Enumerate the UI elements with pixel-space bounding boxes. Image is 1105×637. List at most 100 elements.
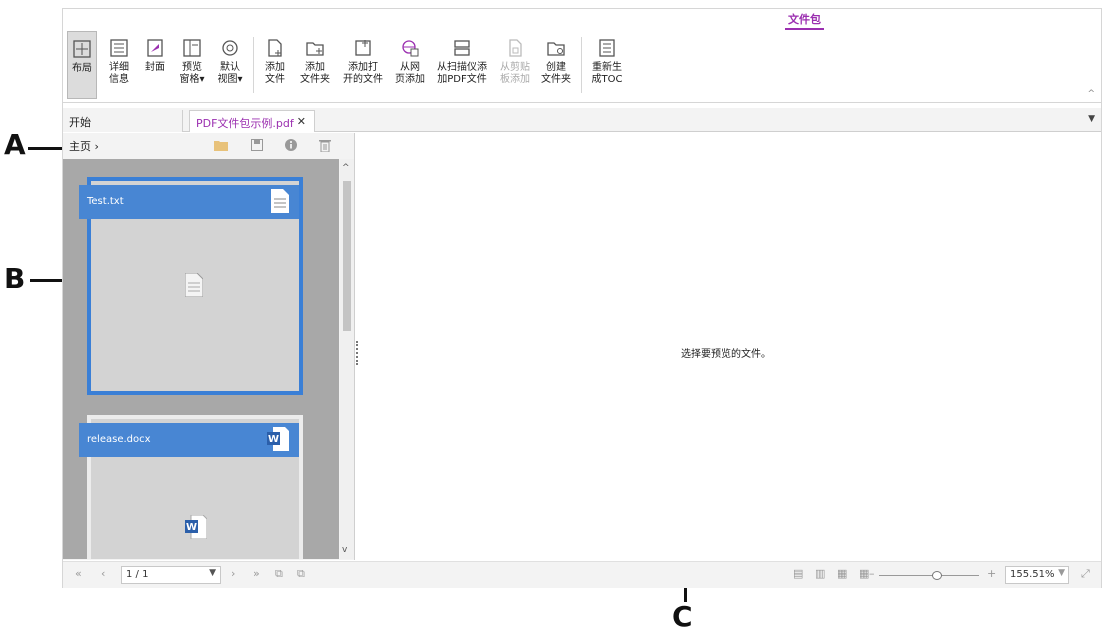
add-file-button[interactable]: 添加 文件 xyxy=(259,31,291,99)
file-preview-area: 选择要预览的文件。 xyxy=(361,133,1101,560)
tab-start-label: 开始 xyxy=(69,116,91,129)
web-globe-icon xyxy=(399,37,421,59)
txt-file-icon xyxy=(271,189,289,216)
zoom-level-value: 155.51% xyxy=(1010,569,1055,580)
tab-pdf-label: PDF文件包示例.pdf xyxy=(196,117,294,130)
info-icon[interactable] xyxy=(283,137,299,153)
preview-pane-icon xyxy=(181,37,203,59)
last-page-icon[interactable]: » xyxy=(253,567,260,580)
callout-c: C xyxy=(672,600,693,633)
details-list-icon xyxy=(108,37,130,59)
cover-button[interactable]: 封面 xyxy=(139,31,171,99)
continuous-facing-view-icon[interactable]: ▦ xyxy=(859,567,869,580)
file-card-header: release.docx W xyxy=(79,423,299,457)
add-folder-button[interactable]: 添加 文件夹 xyxy=(295,31,335,99)
zoom-level-input[interactable]: 155.51% ▼ xyxy=(1005,566,1069,584)
from-scanner-label: 从扫描仪添 加PDF文件 xyxy=(437,62,487,85)
add-open-file-button[interactable]: 添加打 开的文件 xyxy=(339,31,387,99)
from-clipboard-button[interactable]: 从剪贴 板添加 xyxy=(495,31,535,99)
from-clipboard-label: 从剪贴 板添加 xyxy=(500,62,530,85)
continuous-view-icon[interactable]: ▥ xyxy=(815,567,825,580)
zoom-slider[interactable] xyxy=(879,575,979,576)
file-card-release-docx[interactable]: release.docx W W xyxy=(79,415,303,559)
fullscreen-icon[interactable]: ⤢ xyxy=(1081,567,1090,581)
layout-icon xyxy=(71,38,93,60)
first-page-icon[interactable]: « xyxy=(75,567,82,580)
scroll-up-icon[interactable]: ^ xyxy=(342,163,350,173)
zoom-slider-knob[interactable] xyxy=(932,571,942,580)
details-label: 详细 信息 xyxy=(109,62,129,85)
from-web-button[interactable]: 从网 页添加 xyxy=(391,31,429,99)
layout-label: 布局 xyxy=(72,63,92,74)
zoom-out-icon[interactable]: – xyxy=(869,567,875,580)
tab-start[interactable]: 开始 xyxy=(63,110,183,132)
callout-b-line xyxy=(30,279,62,282)
ribbon-tab-portfolio[interactable]: 文件包 xyxy=(785,11,824,30)
cover-icon xyxy=(144,37,166,59)
zoom-in-icon[interactable]: + xyxy=(987,567,996,580)
status-bar: « ‹ 1 / 1 ▼ › » ⧉ ⧉ ▤ ▥ ▦ ▦ – + 155.51% … xyxy=(63,561,1101,588)
add-file-label: 添加 文件 xyxy=(265,62,285,85)
file-thumbnail-list: Test.txt release.docx W W xyxy=(63,159,339,559)
callout-b: B xyxy=(4,262,26,295)
portfolio-file-panel: 主页 › Test.txt release.docx W W ^ v xyxy=(63,133,355,560)
panel-toolbar: 主页 › xyxy=(63,133,354,157)
ribbon-separator xyxy=(253,37,254,93)
create-folder-icon xyxy=(545,37,567,59)
previous-page-icon[interactable]: ‹ xyxy=(101,567,105,580)
page-number-input[interactable]: 1 / 1 ▼ xyxy=(121,566,221,584)
ribbon-separator xyxy=(581,37,582,93)
layout-button[interactable]: 布局 xyxy=(67,31,97,99)
tab-list-dropdown-icon[interactable]: ▼ xyxy=(1088,114,1095,124)
delete-icon[interactable] xyxy=(317,137,333,153)
file-card-name: release.docx xyxy=(87,434,151,445)
regen-toc-label: 重新生 成TOC xyxy=(591,62,623,85)
create-folder-button[interactable]: 创建 文件夹 xyxy=(537,31,575,99)
close-tab-icon[interactable]: ✕ xyxy=(297,115,306,128)
open-folder-icon[interactable] xyxy=(213,137,229,153)
screenshot-stage: { "ribbon": { "active_tab": "文件包", "butt… xyxy=(0,0,1105,637)
next-page-icon[interactable]: › xyxy=(231,567,235,580)
from-web-label: 从网 页添加 xyxy=(395,62,425,85)
preview-empty-message: 选择要预览的文件。 xyxy=(681,349,771,360)
document-tab-bar: 开始 PDF文件包示例.pdf ✕ ▼ xyxy=(63,108,1101,132)
splitter-grip[interactable] xyxy=(356,341,359,365)
default-view-button[interactable]: 默认 视图▾ xyxy=(213,31,247,99)
clipboard-icon xyxy=(504,37,526,59)
from-scanner-button[interactable]: 从扫描仪添 加PDF文件 xyxy=(433,31,491,99)
add-open-file-icon xyxy=(352,37,374,59)
cover-label: 封面 xyxy=(145,62,165,73)
ribbon-collapse-icon[interactable]: ^ xyxy=(1087,89,1095,99)
tab-pdf-portfolio[interactable]: PDF文件包示例.pdf ✕ xyxy=(189,110,315,132)
default-view-label: 默认 视图▾ xyxy=(217,62,243,85)
file-card-test-txt[interactable]: Test.txt xyxy=(79,177,303,395)
thumbnail-scrollbar[interactable]: ^ v xyxy=(340,159,354,559)
add-file-icon xyxy=(264,37,286,59)
previous-view-icon[interactable]: ⧉ xyxy=(275,567,283,581)
ribbon-tab-row: 文件包 xyxy=(63,9,1101,30)
next-view-icon[interactable]: ⧉ xyxy=(297,567,305,581)
scroll-down-icon[interactable]: v xyxy=(342,545,347,555)
page-dropdown-icon[interactable]: ▼ xyxy=(209,568,216,578)
svg-text:W: W xyxy=(268,434,279,445)
preview-pane-button[interactable]: 预览 窗格▾ xyxy=(175,31,209,99)
page-number-value: 1 / 1 xyxy=(126,569,149,580)
word-file-preview-icon: W xyxy=(185,514,208,543)
breadcrumb[interactable]: 主页 › xyxy=(69,138,99,154)
add-folder-icon xyxy=(304,37,326,59)
create-folder-label: 创建 文件夹 xyxy=(541,62,571,85)
details-button[interactable]: 详细 信息 xyxy=(103,31,135,99)
save-icon[interactable] xyxy=(249,137,265,153)
pdf-portfolio-window: 文件包 布局 详细 信息 封面 预览 窗格▾ 默认 视图▾ 添加 文件 添加 文… xyxy=(62,8,1102,588)
ribbon-toolbar: 布局 详细 信息 封面 预览 窗格▾ 默认 视图▾ 添加 文件 添加 文件夹 添… xyxy=(63,31,1101,103)
callout-a: A xyxy=(4,128,26,161)
regen-toc-button[interactable]: 重新生 成TOC xyxy=(587,31,627,99)
single-page-view-icon[interactable]: ▤ xyxy=(793,567,803,580)
facing-view-icon[interactable]: ▦ xyxy=(837,567,847,580)
zoom-dropdown-icon[interactable]: ▼ xyxy=(1058,568,1065,578)
preview-pane-label: 预览 窗格▾ xyxy=(179,62,205,85)
scrollbar-thumb[interactable] xyxy=(343,181,351,331)
file-card-name: Test.txt xyxy=(87,196,124,207)
add-folder-label: 添加 文件夹 xyxy=(300,62,330,85)
add-open-file-label: 添加打 开的文件 xyxy=(343,62,383,85)
